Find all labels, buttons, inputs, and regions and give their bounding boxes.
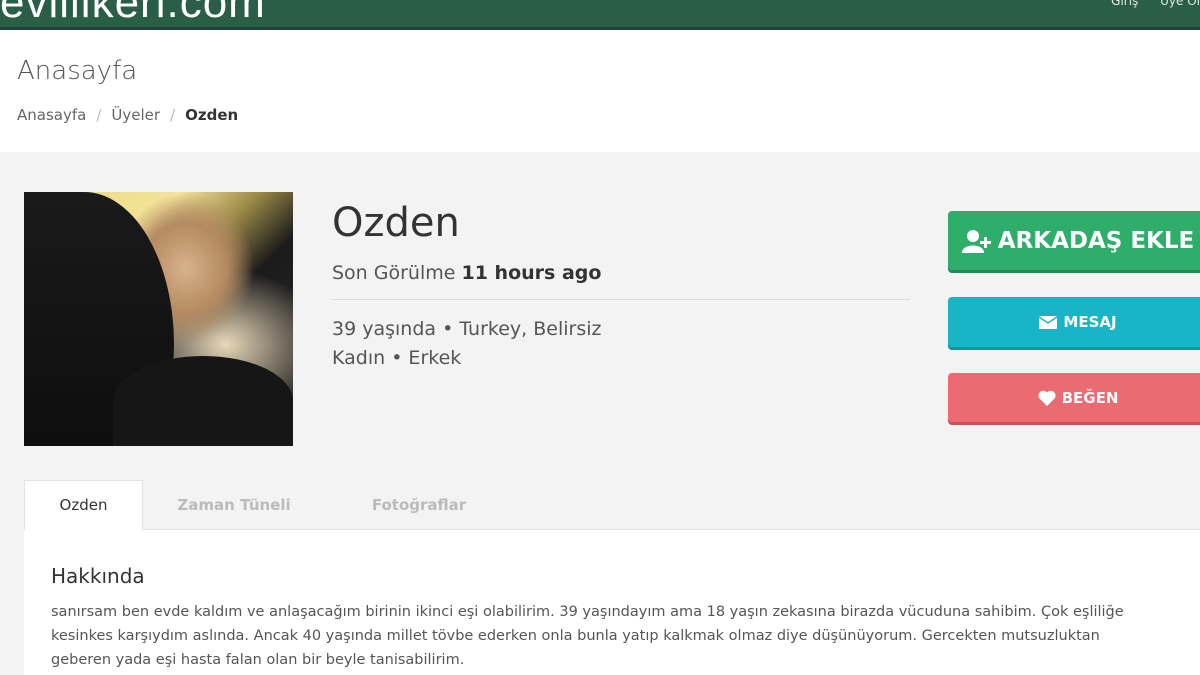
like-button[interactable]: BEĞEN [948, 373, 1200, 422]
breadcrumb-current: Ozden [185, 106, 239, 124]
envelope-icon [1039, 315, 1058, 329]
last-seen: Son Görülme 11 hours ago [332, 262, 601, 284]
breadcrumb-members[interactable]: Üyeler [111, 106, 160, 124]
top-navbar: evlilikeri.com Giriş Üye Ol [0, 0, 1200, 30]
page-header: Anasayfa Anasayfa / Üyeler / Ozden [0, 30, 1200, 152]
last-seen-label: Son Görülme [332, 262, 456, 284]
profile-tabs: Ozden Zaman Tüneli Fotoğraflar [24, 480, 1200, 530]
profile-divider [332, 299, 910, 300]
breadcrumb-home[interactable]: Anasayfa [17, 106, 86, 124]
profile-avatar[interactable] [24, 192, 293, 446]
top-links: Giriş Üye Ol [1093, 0, 1200, 8]
breadcrumb-separator: / [170, 106, 176, 124]
add-friend-label: ARKADAŞ EKLE [997, 227, 1195, 254]
message-button[interactable]: MESAJ [948, 297, 1200, 347]
avatar-shirt-shape [113, 356, 293, 446]
user-plus-icon [961, 229, 992, 253]
breadcrumb: Anasayfa / Üyeler / Ozden [17, 106, 238, 124]
site-logo[interactable]: evlilikeri.com [0, 0, 266, 27]
tab-timeline[interactable]: Zaman Tüneli [164, 480, 304, 530]
tab-profile[interactable]: Ozden [24, 480, 143, 530]
login-link[interactable]: Giriş [1111, 0, 1138, 8]
about-title: Hakkında [51, 564, 145, 588]
message-label: MESAJ [1063, 313, 1117, 331]
tab-photos[interactable]: Fotoğraflar [344, 480, 494, 530]
about-panel: Hakkında sanırsam ben evde kaldım ve anl… [24, 530, 1200, 675]
breadcrumb-separator: / [96, 106, 102, 124]
page-title: Anasayfa [17, 56, 138, 86]
about-text: sanırsam ben evde kaldım ve anlaşacağım … [51, 604, 1124, 668]
profile-gender: Kadın • Erkek [332, 347, 462, 369]
profile-age-location: 39 yaşında • Turkey, Belirsiz [332, 318, 602, 340]
heart-icon [1038, 390, 1056, 406]
profile-name: Ozden [332, 200, 460, 246]
register-link[interactable]: Üye Ol [1160, 0, 1200, 8]
add-friend-button[interactable]: ARKADAŞ EKLE [948, 211, 1200, 270]
like-label: BEĞEN [1061, 388, 1119, 407]
last-seen-value: 11 hours ago [461, 262, 602, 284]
